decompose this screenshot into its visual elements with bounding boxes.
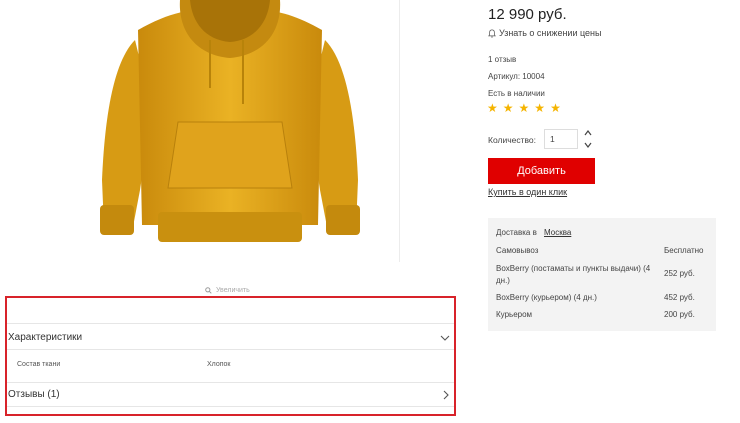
delivery-option-price: 452 руб.	[664, 293, 695, 302]
price-drop-label: Узнать о снижении цены	[499, 28, 602, 38]
delivery-option-name: Самовывоз	[496, 246, 539, 255]
bell-icon	[488, 29, 496, 37]
zoom-label: Увеличить	[216, 287, 250, 294]
add-to-cart-button[interactable]: Добавить	[488, 158, 595, 184]
chevron-up-icon	[584, 130, 592, 136]
zoom-link[interactable]: Увеличить	[205, 287, 250, 294]
product-details-section: Характеристики Состав ткани Хлопок Отзыв…	[5, 296, 456, 416]
reviews-tab[interactable]: Отзывы (1)	[8, 389, 60, 400]
delivery-option-price: 200 руб.	[664, 310, 695, 319]
chevron-right-icon[interactable]	[441, 390, 451, 400]
divider	[7, 349, 454, 350]
availability-status: Есть в наличии	[488, 89, 545, 98]
magnifier-icon	[205, 287, 212, 294]
characteristics-tab[interactable]: Характеристики	[8, 332, 82, 343]
chevron-down-icon[interactable]	[440, 333, 450, 343]
star-icon: ★	[487, 101, 498, 115]
delivery-option-price: 252 руб.	[664, 269, 695, 278]
delivery-option-name: BoxBerry (курьером) (4 дн.)	[496, 293, 597, 302]
price-drop-link[interactable]: Узнать о снижении цены	[488, 28, 601, 38]
divider	[7, 323, 454, 324]
divider	[7, 406, 454, 407]
spec-name: Состав ткани	[17, 361, 61, 368]
spec-value: Хлопок	[207, 361, 231, 368]
reviews-count[interactable]: 1 отзыв	[488, 55, 516, 64]
delivery-city-link[interactable]: Москва	[544, 228, 571, 237]
star-icon: ★	[502, 101, 514, 115]
delivery-title: Доставка в	[496, 228, 537, 237]
star-icon: ★	[518, 101, 530, 115]
quantity-stepper[interactable]	[583, 128, 593, 150]
product-image[interactable]	[60, 0, 400, 262]
delivery-panel: Доставка в Москва Самовывоз Бесплатно Bo…	[488, 218, 716, 331]
delivery-option-price: Бесплатно	[664, 246, 704, 255]
buy-one-click-link[interactable]: Купить в один клик	[488, 187, 567, 197]
quantity-label: Количество:	[488, 135, 537, 145]
delivery-option-name: BoxBerry (постаматы и пункты выдачи) (4 …	[496, 264, 651, 285]
article-number: Артикул: 10004	[488, 72, 545, 81]
star-icon: ★	[550, 101, 561, 115]
rating-stars: ★ ★ ★ ★ ★	[487, 102, 561, 114]
image-divider	[399, 0, 400, 262]
divider	[7, 382, 454, 383]
product-price: 12 990 руб.	[488, 6, 567, 23]
chevron-down-icon	[584, 142, 592, 148]
quantity-input[interactable]: 1	[544, 129, 578, 149]
delivery-option-name: Курьером	[496, 310, 533, 319]
star-icon: ★	[534, 101, 546, 115]
